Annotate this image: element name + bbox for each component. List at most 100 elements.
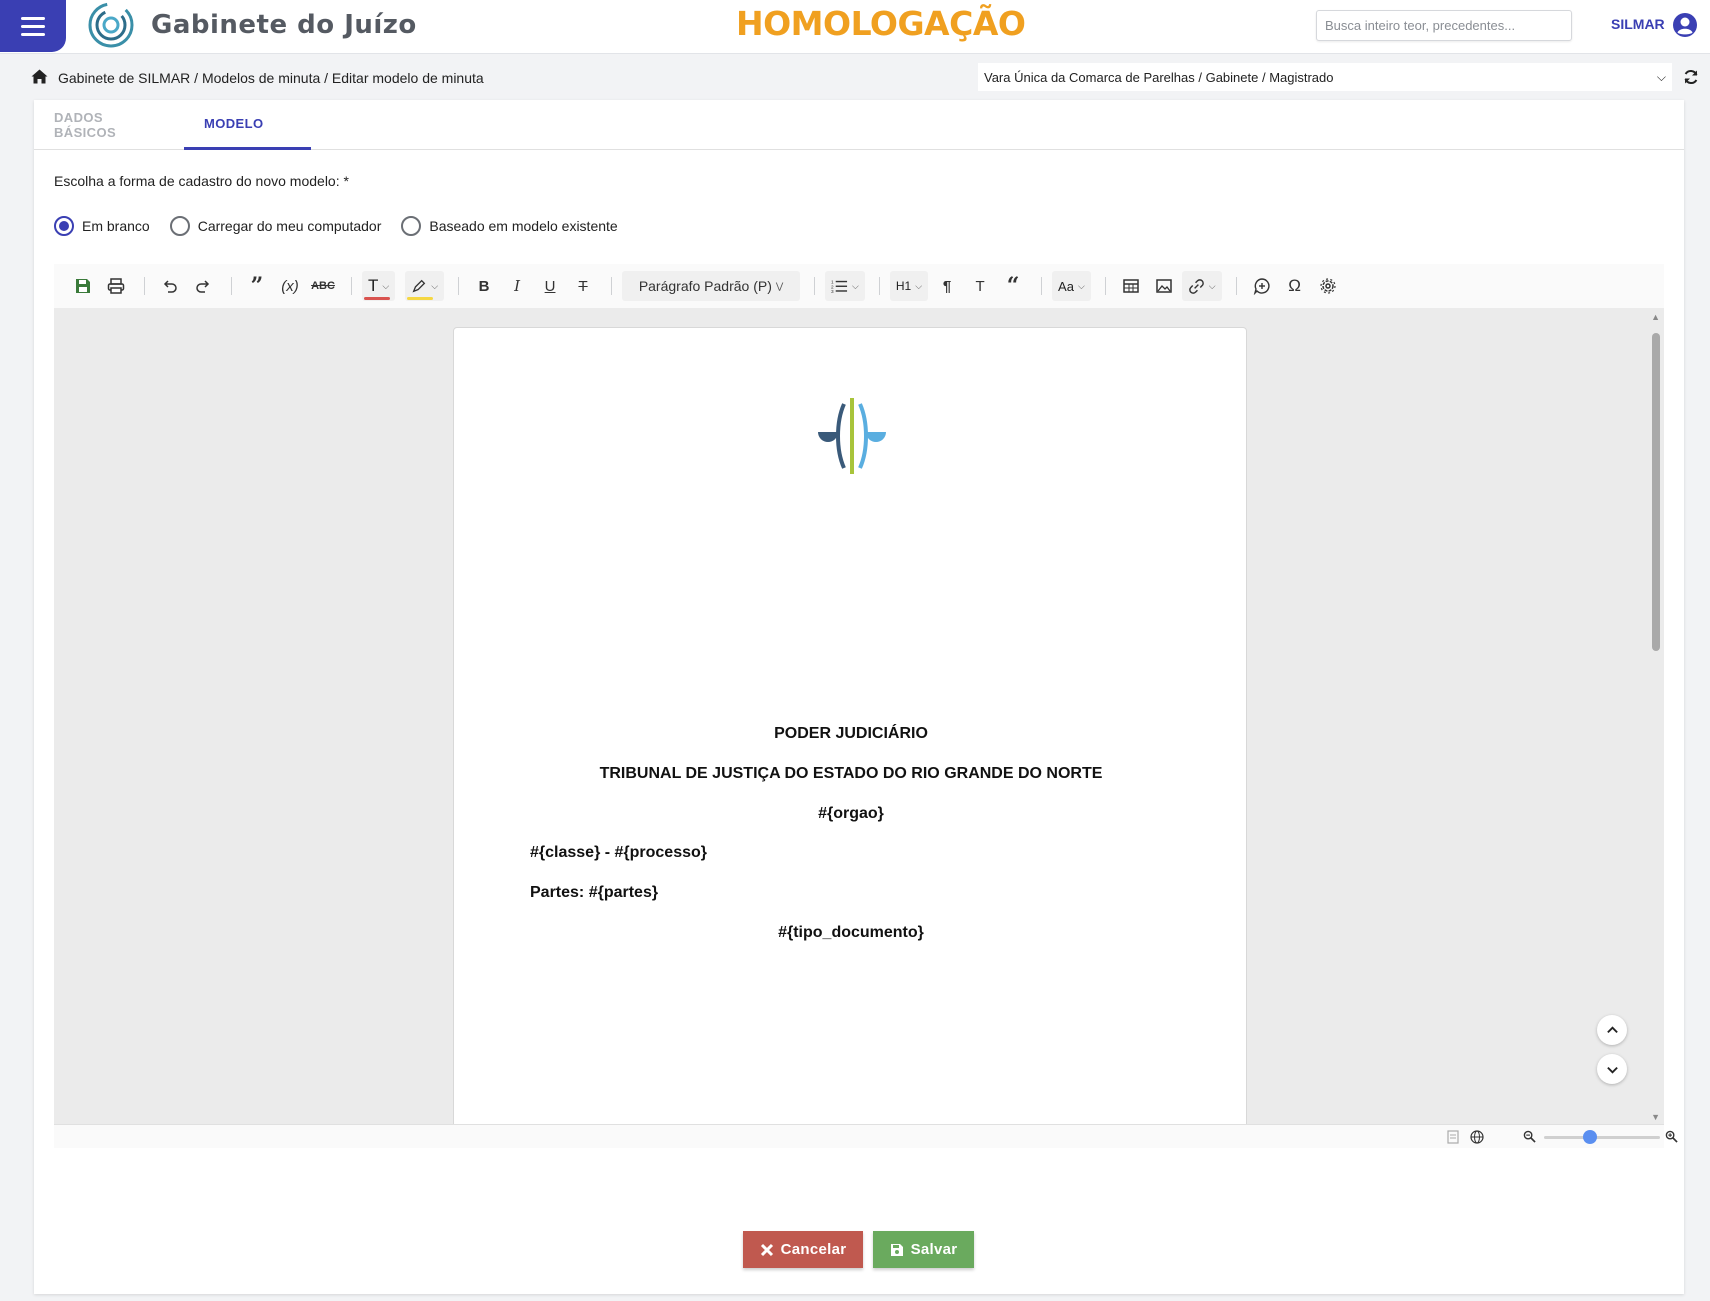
radio-baseado-modelo[interactable]: Baseado em modelo existente bbox=[401, 216, 618, 236]
editor-scrollbar[interactable]: ▲ ▼ bbox=[1648, 308, 1664, 1124]
document-page[interactable]: PODER JUDICIÁRIO TRIBUNAL DE JUSTIÇA DO … bbox=[453, 327, 1247, 1124]
clear-format-icon[interactable]: T bbox=[965, 271, 995, 301]
app-logo-icon bbox=[88, 2, 134, 48]
strikethrough-icon[interactable]: T bbox=[568, 271, 598, 301]
spellcheck-icon[interactable]: ABC bbox=[308, 271, 338, 301]
toolbar-divider bbox=[878, 277, 880, 295]
toolbar-divider bbox=[1104, 277, 1106, 295]
save-label: Salvar bbox=[910, 1241, 958, 1258]
link-dropdown[interactable]: ⌵ bbox=[1181, 271, 1222, 301]
image-icon[interactable] bbox=[1149, 271, 1179, 301]
breadcrumb-bar: Gabinete de SILMAR / Modelos de minuta /… bbox=[0, 54, 1710, 100]
previous-page-button[interactable] bbox=[1597, 1015, 1627, 1045]
tab-dados-basicos[interactable]: DADOS BÁSICOS bbox=[34, 100, 184, 150]
next-page-button[interactable] bbox=[1597, 1054, 1627, 1084]
scrollbar-thumb[interactable] bbox=[1652, 333, 1660, 651]
save-icon[interactable] bbox=[68, 271, 98, 301]
paragraph-style-dropdown[interactable]: Parágrafo Padrão (P) ⋁ bbox=[622, 271, 801, 301]
heading-dropdown[interactable]: H1 ⌵ bbox=[889, 271, 929, 301]
close-icon bbox=[760, 1243, 774, 1257]
document-outline-icon[interactable] bbox=[1446, 1130, 1460, 1144]
user-avatar-icon[interactable] bbox=[1672, 12, 1698, 38]
creation-mode-label: Escolha a forma de cadastro do novo mode… bbox=[54, 173, 349, 189]
editor-toolbar: ” (x) ABC T ⌵ ⌵ B I U T Parágrafo Padrão … bbox=[54, 264, 1664, 308]
zoom-slider-track[interactable] bbox=[1544, 1136, 1660, 1139]
document-editor[interactable]: PODER JUDICIÁRIO TRIBUNAL DE JUSTIÇA DO … bbox=[54, 308, 1664, 1124]
highlight-icon bbox=[412, 279, 426, 293]
home-icon[interactable] bbox=[31, 69, 48, 84]
radio-checked-icon bbox=[54, 216, 74, 236]
variable-icon[interactable]: (x) bbox=[275, 271, 305, 301]
zoom-in-icon[interactable] bbox=[1665, 1130, 1678, 1143]
app-title: Gabinete do Juízo bbox=[151, 10, 417, 40]
editor-status-bar bbox=[54, 1124, 1678, 1148]
link-icon bbox=[1188, 278, 1204, 294]
save-button[interactable]: Salvar bbox=[873, 1231, 974, 1268]
doc-line-poder-judiciario: PODER JUDICIÁRIO bbox=[774, 725, 928, 742]
omega-icon[interactable]: Ω bbox=[1280, 271, 1310, 301]
breadcrumb[interactable]: Gabinete de SILMAR / Modelos de minuta /… bbox=[58, 70, 484, 86]
highlight-color-swatch bbox=[407, 297, 434, 300]
svg-text:3: 3 bbox=[831, 289, 834, 295]
caret-down-icon: ⌵ bbox=[915, 280, 923, 291]
print-icon[interactable] bbox=[101, 271, 131, 301]
highlight-dropdown[interactable]: ⌵ bbox=[405, 271, 445, 301]
doc-line-classe-processo: #{classe} - #{processo} bbox=[530, 844, 707, 861]
heading-value: H1 bbox=[895, 279, 912, 293]
blockquote-icon[interactable]: “ bbox=[998, 271, 1028, 301]
bold-icon[interactable]: B bbox=[469, 271, 499, 301]
quote-icon[interactable]: ” bbox=[242, 271, 272, 301]
menu-button[interactable] bbox=[0, 0, 66, 52]
doc-line-tipo-documento: #{tipo_documento} bbox=[778, 924, 924, 941]
zoom-slider-knob[interactable] bbox=[1583, 1130, 1598, 1144]
paragraph-style-value: Parágrafo Padrão (P) bbox=[638, 278, 772, 294]
text-color-dropdown[interactable]: T ⌵ bbox=[362, 271, 396, 301]
radio-label: Carregar do meu computador bbox=[197, 218, 382, 234]
tab-modelo[interactable]: MODELO bbox=[184, 100, 311, 150]
radio-unchecked-icon bbox=[169, 216, 190, 236]
settings-icon[interactable] bbox=[1313, 271, 1343, 301]
zoom-out-icon[interactable] bbox=[1523, 1130, 1536, 1143]
scroll-down-arrow-icon[interactable]: ▼ bbox=[1651, 1112, 1660, 1122]
caret-down-icon: ⋁ bbox=[775, 280, 784, 291]
caret-down-icon: ⌵ bbox=[852, 280, 859, 291]
undo-icon[interactable] bbox=[155, 271, 185, 301]
underline-icon[interactable]: U bbox=[535, 271, 565, 301]
refresh-icon[interactable] bbox=[1683, 69, 1699, 85]
organization-select[interactable]: Vara Única da Comarca de Parelhas / Gabi… bbox=[978, 63, 1672, 91]
radio-label: Em branco bbox=[82, 218, 150, 234]
redo-icon[interactable] bbox=[188, 271, 218, 301]
cancel-button[interactable]: Cancelar bbox=[743, 1231, 863, 1268]
chevron-down-icon: ⌵ bbox=[1656, 69, 1666, 84]
caret-down-icon: ⌵ bbox=[382, 280, 390, 291]
language-globe-icon[interactable] bbox=[1470, 1130, 1484, 1144]
toolbar-divider bbox=[458, 277, 460, 295]
case-dropdown[interactable]: Aa ⌵ bbox=[1052, 271, 1091, 301]
radio-carregar-computador[interactable]: Carregar do meu computador bbox=[169, 216, 382, 236]
toolbar-divider bbox=[1041, 277, 1043, 295]
caret-down-icon: ⌵ bbox=[1077, 280, 1085, 291]
comment-icon[interactable] bbox=[1247, 271, 1277, 301]
toolbar-divider bbox=[351, 277, 352, 295]
toolbar-divider bbox=[1235, 277, 1237, 295]
radio-em-branco[interactable]: Em branco bbox=[54, 216, 150, 236]
italic-icon[interactable]: I bbox=[502, 271, 532, 301]
table-icon[interactable] bbox=[1116, 271, 1146, 301]
doc-line-orgao: #{orgao} bbox=[818, 805, 884, 822]
organization-select-value: Vara Única da Comarca de Parelhas / Gabi… bbox=[984, 69, 1334, 85]
list-icon: 123 bbox=[831, 279, 848, 295]
radio-unchecked-icon bbox=[401, 216, 422, 236]
scroll-up-arrow-icon[interactable]: ▲ bbox=[1651, 312, 1660, 322]
radio-label: Baseado em modelo existente bbox=[429, 218, 618, 234]
toolbar-divider bbox=[231, 277, 232, 295]
doc-line-tribunal: TRIBUNAL DE JUSTIÇA DO ESTADO DO RIO GRA… bbox=[599, 765, 1103, 782]
chevron-up-icon bbox=[1606, 1025, 1618, 1033]
list-dropdown[interactable]: 1 2 3 ⌵ bbox=[825, 271, 865, 301]
user-name[interactable]: SILMAR bbox=[1611, 16, 1665, 32]
justice-scale-logo bbox=[818, 398, 886, 474]
pilcrow-icon[interactable]: ¶ bbox=[932, 271, 962, 301]
search-input[interactable] bbox=[1316, 10, 1572, 41]
editor-card: DADOS BÁSICOS MODELO Escolha a forma de … bbox=[34, 100, 1684, 1294]
top-bar: Gabinete do Juízo HOMOLOGAÇÃO SILMAR bbox=[0, 0, 1710, 54]
hamburger-icon bbox=[21, 16, 45, 36]
